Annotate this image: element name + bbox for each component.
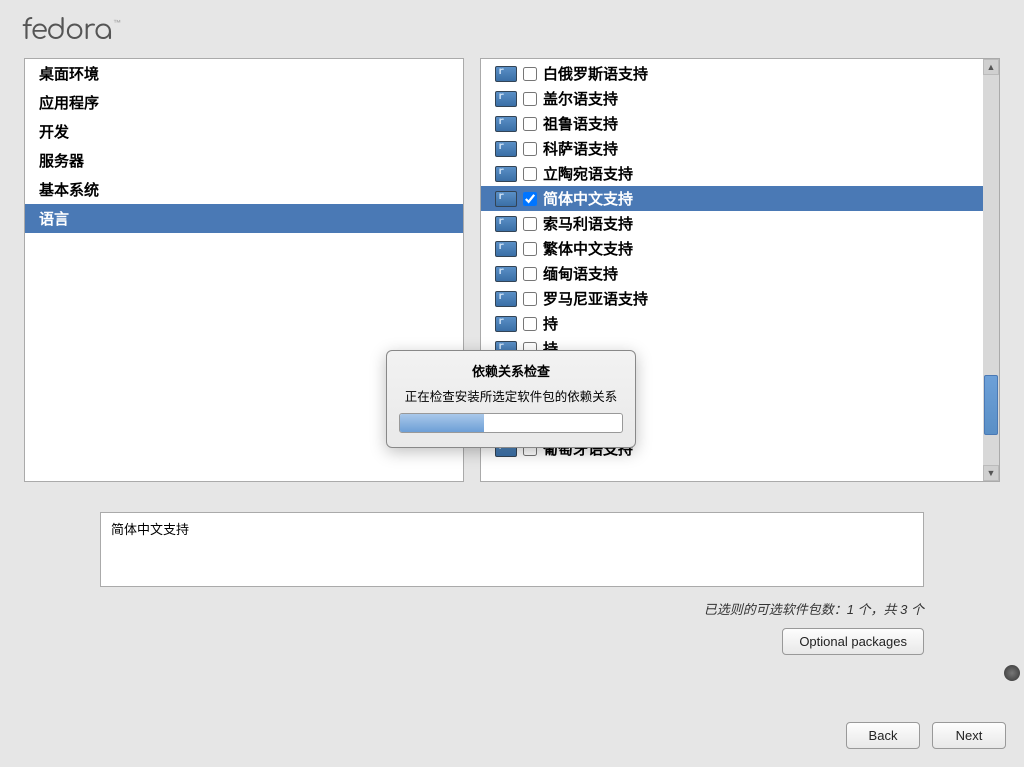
status-line: 已选则的可选软件包数：1 个，共 3 个 [0, 599, 924, 618]
flag-icon [495, 216, 517, 232]
language-label: 祖鲁语支持 [543, 113, 618, 134]
language-label: 白俄罗斯语支持 [543, 63, 648, 84]
language-label: 科萨语支持 [543, 138, 618, 159]
scroll-thumb[interactable] [984, 375, 998, 435]
flag-icon [495, 116, 517, 132]
language-checkbox[interactable] [523, 317, 537, 331]
fedora-logo: fedora™ [22, 14, 1002, 46]
language-item[interactable]: 持 [481, 311, 983, 336]
language-label: 索马利语支持 [543, 213, 633, 234]
language-label: 盖尔语支持 [543, 88, 618, 109]
language-item[interactable]: 科萨语支持 [481, 136, 983, 161]
category-item[interactable]: 基本系统 [25, 175, 463, 204]
next-button[interactable]: Next [932, 722, 1006, 749]
description-box: 简体中文支持 [100, 512, 924, 587]
accessibility-icon[interactable] [1004, 665, 1020, 681]
back-button[interactable]: Back [846, 722, 920, 749]
flag-icon [495, 66, 517, 82]
language-checkbox[interactable] [523, 67, 537, 81]
dialog-message: 正在检查安装所选定软件包的依赖关系 [399, 386, 623, 405]
language-label: 立陶宛语支持 [543, 163, 633, 184]
flag-icon [495, 241, 517, 257]
language-item[interactable]: 白俄罗斯语支持 [481, 61, 983, 86]
progress-bar [399, 413, 623, 433]
category-list[interactable]: 桌面环境应用程序开发服务器基本系统语言 [25, 59, 463, 233]
language-item[interactable]: 简体中文支持 [481, 186, 983, 211]
language-label: 简体中文支持 [543, 188, 633, 209]
language-checkbox[interactable] [523, 242, 537, 256]
header: fedora™ [0, 0, 1024, 58]
language-label: 持 [543, 313, 558, 334]
dependency-dialog: 依赖关系检查 正在检查安装所选定软件包的依赖关系 [386, 350, 636, 448]
language-item[interactable]: 繁体中文支持 [481, 236, 983, 261]
language-item[interactable]: 缅甸语支持 [481, 261, 983, 286]
language-checkbox[interactable] [523, 117, 537, 131]
description-text: 简体中文支持 [111, 522, 189, 537]
language-checkbox[interactable] [523, 167, 537, 181]
flag-icon [495, 91, 517, 107]
language-checkbox[interactable] [523, 192, 537, 206]
flag-icon [495, 266, 517, 282]
category-item[interactable]: 开发 [25, 117, 463, 146]
language-checkbox[interactable] [523, 267, 537, 281]
category-item[interactable]: 应用程序 [25, 88, 463, 117]
language-item[interactable]: 索马利语支持 [481, 211, 983, 236]
dialog-title: 依赖关系检查 [399, 361, 623, 380]
category-item[interactable]: 桌面环境 [25, 59, 463, 88]
flag-icon [495, 316, 517, 332]
language-checkbox[interactable] [523, 92, 537, 106]
scroll-down-icon[interactable]: ▼ [983, 465, 999, 481]
category-item[interactable]: 服务器 [25, 146, 463, 175]
language-item[interactable]: 祖鲁语支持 [481, 111, 983, 136]
language-item[interactable]: 盖尔语支持 [481, 86, 983, 111]
category-item[interactable]: 语言 [25, 204, 463, 233]
language-label: 缅甸语支持 [543, 263, 618, 284]
language-item[interactable]: 立陶宛语支持 [481, 161, 983, 186]
flag-icon [495, 191, 517, 207]
language-label: 繁体中文支持 [543, 238, 633, 259]
language-label: 罗马尼亚语支持 [543, 288, 648, 309]
scroll-track[interactable] [983, 75, 999, 465]
progress-fill [400, 414, 484, 432]
scroll-up-icon[interactable]: ▲ [983, 59, 999, 75]
language-checkbox[interactable] [523, 217, 537, 231]
footer-buttons: Back Next [846, 722, 1006, 749]
language-checkbox[interactable] [523, 142, 537, 156]
flag-icon [495, 291, 517, 307]
language-checkbox[interactable] [523, 292, 537, 306]
flag-icon [495, 141, 517, 157]
language-item[interactable]: 罗马尼亚语支持 [481, 286, 983, 311]
flag-icon [495, 166, 517, 182]
optional-packages-button[interactable]: Optional packages [782, 628, 924, 655]
scrollbar[interactable]: ▲ ▼ [983, 59, 999, 481]
